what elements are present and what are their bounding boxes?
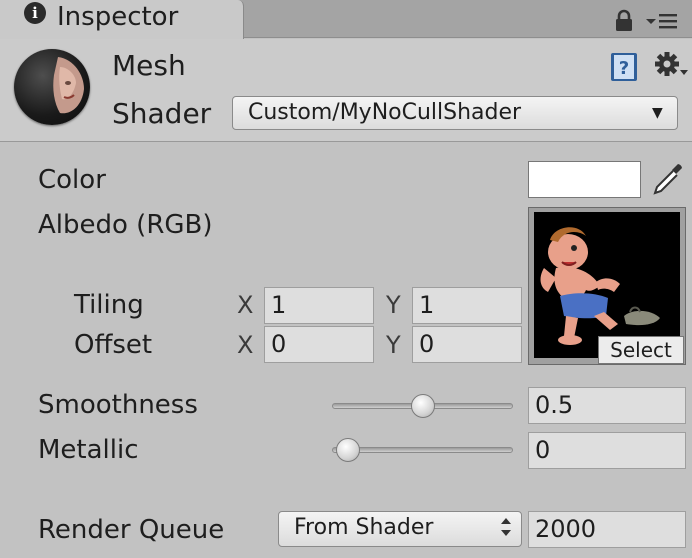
svg-text:?: ? bbox=[619, 58, 629, 79]
tiling-x-axis-label: X bbox=[237, 291, 254, 319]
smoothness-slider-thumb[interactable] bbox=[410, 394, 435, 418]
shader-dropdown-value: Custom/MyNoCullShader bbox=[248, 100, 522, 125]
metallic-label: Metallic bbox=[38, 435, 139, 465]
help-book-icon[interactable]: ? bbox=[609, 51, 641, 83]
object-title: Mesh bbox=[112, 49, 186, 82]
render-queue-value-field[interactable]: 2000 bbox=[528, 511, 686, 548]
lock-icon[interactable] bbox=[612, 8, 636, 32]
offset-label: Offset bbox=[74, 330, 153, 360]
render-queue-label: Render Queue bbox=[38, 515, 225, 545]
offset-y-field[interactable]: 0 bbox=[412, 326, 522, 363]
tab-title: Inspector bbox=[57, 2, 179, 32]
metallic-slider-thumb[interactable] bbox=[336, 438, 360, 462]
texture-select-button[interactable]: Select bbox=[598, 336, 684, 364]
tiling-x-field[interactable]: 1 bbox=[264, 287, 374, 324]
chevron-down-icon: ▼ bbox=[652, 105, 663, 121]
metallic-value-field[interactable]: 0 bbox=[528, 432, 686, 469]
smoothness-value-field[interactable]: 0.5 bbox=[528, 387, 686, 424]
offset-y-axis-label: Y bbox=[386, 331, 401, 359]
tiling-y-axis-label: Y bbox=[386, 291, 401, 319]
tab-menu-icon[interactable] bbox=[644, 10, 680, 32]
shader-label: Shader bbox=[112, 97, 212, 130]
eyedropper-icon[interactable] bbox=[648, 160, 686, 198]
color-label: Color bbox=[38, 165, 106, 195]
info-icon: i bbox=[24, 2, 46, 24]
up-down-arrows-icon bbox=[501, 518, 511, 536]
offset-x-axis-label: X bbox=[237, 331, 254, 359]
gear-icon[interactable] bbox=[654, 50, 690, 82]
tiling-label: Tiling bbox=[74, 290, 144, 320]
color-swatch[interactable] bbox=[528, 161, 641, 198]
tiling-y-field[interactable]: 1 bbox=[412, 287, 522, 324]
albedo-label: Albedo (RGB) bbox=[38, 210, 213, 240]
material-preview-sphere bbox=[14, 49, 90, 125]
offset-x-field[interactable]: 0 bbox=[264, 326, 374, 363]
render-queue-dropdown-value: From Shader bbox=[294, 515, 434, 540]
smoothness-label: Smoothness bbox=[38, 390, 198, 420]
